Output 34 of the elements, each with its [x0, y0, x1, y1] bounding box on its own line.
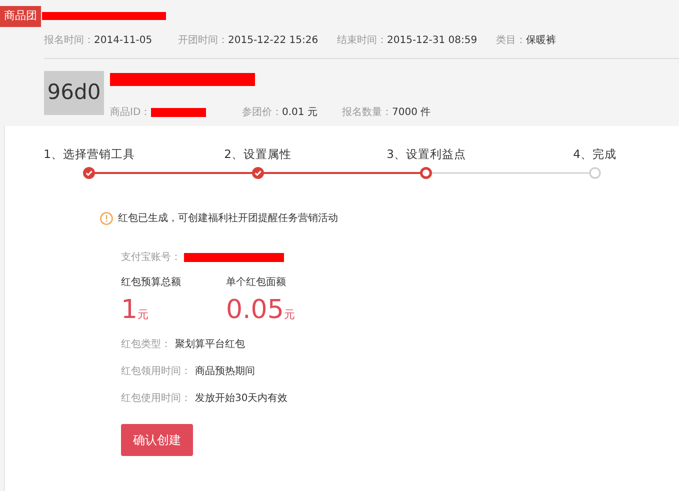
meta-label: 报名时间：	[44, 35, 94, 46]
meta-value: 保暖裤	[526, 35, 556, 46]
detail-label: 红包领用时间：	[121, 366, 191, 377]
detail-value: 发放开始30天内有效	[195, 392, 288, 404]
detail-label: 红包使用时间：	[121, 392, 191, 404]
meta-value: 2014-11-05	[94, 35, 152, 46]
alipay-label: 支付宝账号：	[121, 250, 181, 266]
detail-label: 红包类型：	[121, 338, 171, 350]
amount-label: 红包预算总额	[121, 276, 182, 290]
redaction-bar	[150, 108, 206, 117]
badge: 商品团	[0, 6, 41, 26]
amount-value: 1 元	[121, 296, 150, 325]
amount-value: 0.05 元	[226, 296, 296, 325]
step-label: 4、完成	[572, 146, 618, 163]
meta-label: 类目：	[496, 35, 526, 46]
amount-label: 单个红包面额	[226, 276, 287, 290]
info-icon	[100, 212, 113, 226]
meta-value: 2015-12-22 15:26	[228, 35, 318, 46]
meta-value: 7000 件	[392, 106, 431, 120]
confirm-create-button[interactable]: 确认创建	[121, 424, 193, 456]
meta-label: 商品ID：	[110, 106, 151, 120]
notice-text: 红包已生成，可创建福利社开团提醒任务营销活动	[118, 212, 338, 226]
meta-value: 0.01 元	[282, 106, 318, 120]
step-label: 2、设置属性	[223, 146, 292, 163]
product-thumbnail: 96d0	[44, 71, 104, 115]
step-label: 1、选择营销工具	[42, 146, 136, 163]
meta-label: 报名数量：	[342, 106, 392, 120]
meta-value: 2015-12-31 08:59	[387, 35, 478, 46]
detail-value: 聚划算平台红包	[175, 338, 245, 350]
step-label: 3、设置利益点	[386, 146, 467, 163]
meta-label: 参团价：	[242, 106, 282, 120]
meta-label: 开团时间：	[178, 35, 228, 46]
meta-label: 结束时间：	[337, 35, 387, 46]
detail-value: 商品预热期间	[195, 366, 255, 377]
